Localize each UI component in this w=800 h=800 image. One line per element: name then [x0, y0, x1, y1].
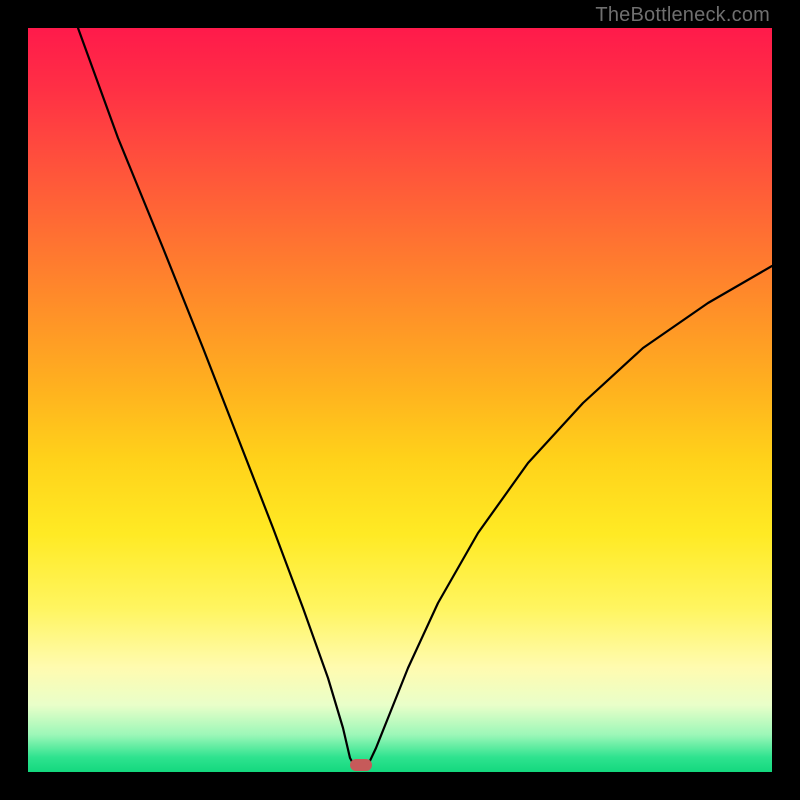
chart-frame: TheBottleneck.com	[0, 0, 800, 800]
bottleneck-curve	[28, 28, 772, 772]
gradient-plot-area	[28, 28, 772, 772]
watermark-text: TheBottleneck.com	[595, 4, 770, 27]
optimum-marker	[350, 759, 372, 771]
